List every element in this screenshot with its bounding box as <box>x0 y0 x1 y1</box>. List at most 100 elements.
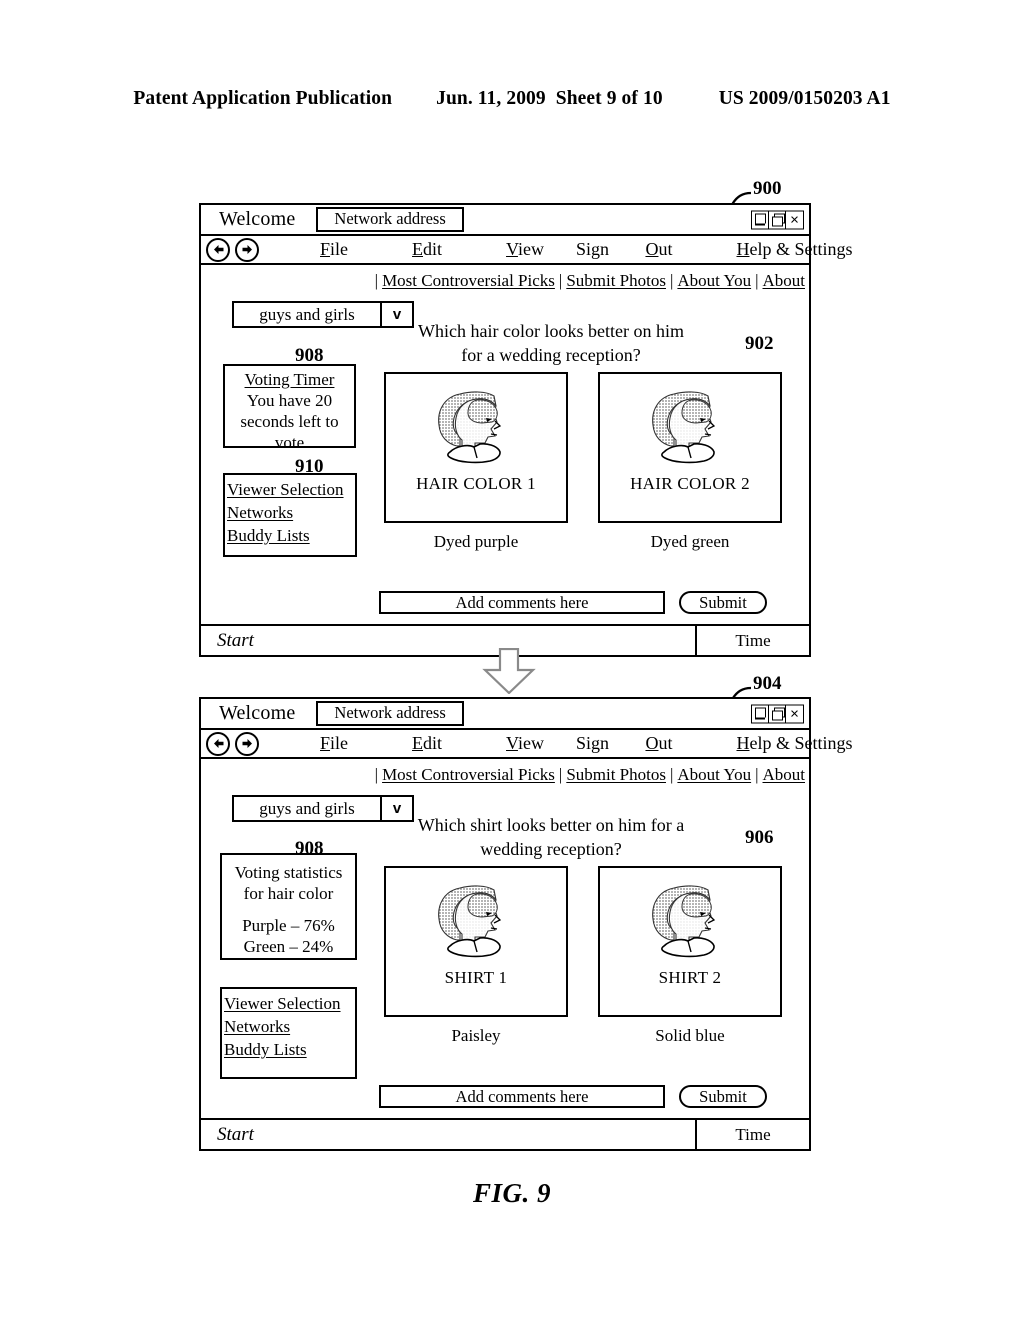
voting-statistics-panel: Voting statistics for hair color Purple … <box>220 853 357 960</box>
option-card-2[interactable]: SHIRT 2 <box>598 866 782 1017</box>
submit-button[interactable]: Submit <box>679 591 767 614</box>
poll-question-line1: Which hair color looks better on him <box>418 321 684 341</box>
link-most-controversial-picks[interactable]: Most Controversial Picks <box>382 765 555 785</box>
menu-item-edit[interactable]: Edit <box>380 733 442 754</box>
menu-item-sign-out[interactable]: Sign Out <box>576 239 673 260</box>
window-body: guys and girls v Voting statistics for h… <box>201 791 809 1118</box>
menu-item-help-settings[interactable]: Help & Settings <box>704 239 852 260</box>
link-submit-photos[interactable]: Submit Photos <box>566 765 666 785</box>
comment-bar: Add comments here Submit <box>379 591 767 614</box>
poll-question: Which hair color looks better on him for… <box>406 319 696 367</box>
link-separator: | <box>558 271 563 290</box>
viewer-selection-panel: Viewer Selection Networks Buddy Lists <box>220 987 357 1079</box>
reference-numeral-908-bottom: 908 <box>295 838 324 859</box>
menu-item-file[interactable]: File <box>288 733 348 754</box>
back-arrow-icon[interactable] <box>206 237 230 262</box>
option-caption-2: Dyed green <box>650 532 730 551</box>
start-button[interactable]: Start <box>201 626 695 655</box>
link-submit-photos[interactable]: Submit Photos <box>566 271 666 291</box>
menu-items: File Edit View Sign Out Help & Settings <box>288 733 852 754</box>
voting-timer-line1: You have 20 <box>246 391 333 410</box>
link-separator: | <box>558 765 563 784</box>
voting-stat-purple: Purple – 76% <box>242 916 335 935</box>
head-profile-icon <box>438 391 502 464</box>
poll-question: Which shirt looks better on him for a we… <box>406 813 696 861</box>
option-card-2[interactable]: HAIR COLOR 2 <box>598 372 782 523</box>
comment-input[interactable]: Add comments here <box>379 1085 665 1108</box>
close-icon[interactable]: × <box>786 211 803 228</box>
menu-bar: File Edit View Sign Out Help & Settings <box>201 730 852 759</box>
network-address-field[interactable]: Network address <box>316 207 464 232</box>
category-dropdown[interactable]: guys and girls v <box>232 795 414 822</box>
category-dropdown-value: guys and girls <box>234 797 382 820</box>
networks-link[interactable]: Networks <box>227 501 355 524</box>
menu-item-view[interactable]: View <box>474 733 544 754</box>
menu-item-file[interactable]: File <box>288 239 348 260</box>
link-about[interactable]: About <box>763 765 806 785</box>
menu-item-sign-out[interactable]: Sign Out <box>576 733 673 754</box>
minimize-icon[interactable] <box>752 705 769 722</box>
option-caption-1: Paisley <box>451 1026 501 1045</box>
start-button[interactable]: Start <box>201 1120 695 1149</box>
forward-arrow-icon[interactable] <box>235 731 259 756</box>
link-about[interactable]: About <box>763 271 806 291</box>
voting-stat-green: Green – 24% <box>243 937 334 956</box>
back-arrow-icon[interactable] <box>206 731 230 756</box>
title-bar: Welcome Network address × <box>201 205 809 236</box>
head-profile-icon <box>652 391 716 464</box>
network-address-field[interactable]: Network address <box>316 701 464 726</box>
minimize-icon[interactable] <box>752 211 769 228</box>
head-profile-icon <box>652 885 716 958</box>
forward-arrow-icon[interactable] <box>235 237 259 262</box>
window-controls: × <box>751 704 804 723</box>
networks-link[interactable]: Networks <box>224 1015 355 1038</box>
menu-item-help-settings[interactable]: Help & Settings <box>704 733 852 754</box>
link-separator: | <box>374 765 379 784</box>
option-card-2-label: HAIR COLOR 2 <box>630 474 750 493</box>
taskbar: Start Time <box>201 1118 809 1149</box>
taskbar-clock: Time <box>695 1120 809 1149</box>
window-controls: × <box>751 210 804 229</box>
category-dropdown[interactable]: guys and girls v <box>232 301 414 328</box>
viewer-selection-link[interactable]: Viewer Selection <box>224 992 355 1015</box>
link-separator: | <box>755 271 759 290</box>
viewer-selection-link[interactable]: Viewer Selection <box>227 478 355 501</box>
maximize-icon[interactable] <box>769 211 786 228</box>
poll-question-line2: wedding reception? <box>480 839 622 859</box>
link-about-you[interactable]: About You <box>677 765 751 785</box>
voting-timer-title: Voting Timer <box>244 370 335 389</box>
browser-window-top: Welcome Network address × File Edit View… <box>199 203 852 657</box>
voting-stats-title-line1: Voting statistics <box>234 863 343 882</box>
menu-item-view[interactable]: View <box>474 239 544 260</box>
option-captions: Paisley Solid blue <box>384 1026 782 1046</box>
figure-caption: FIG. 9 <box>472 1178 551 1208</box>
option-card-1-label: HAIR COLOR 1 <box>416 474 536 493</box>
menu-item-edit[interactable]: Edit <box>380 239 442 260</box>
buddy-lists-link[interactable]: Buddy Lists <box>224 1038 355 1061</box>
browser-window-bottom: Welcome Network address × File Edit View… <box>199 697 852 1151</box>
option-cards: HAIR COLOR 1 HAIR COLOR 2 <box>384 372 782 523</box>
menu-items: File Edit View Sign Out Help & Settings <box>288 239 852 260</box>
buddy-lists-link[interactable]: Buddy Lists <box>227 524 355 547</box>
voting-stats-title-line2: for hair color <box>243 884 334 903</box>
option-card-1[interactable]: SHIRT 1 <box>384 866 568 1017</box>
menu-bar: File Edit View Sign Out Help & Settings <box>201 236 852 265</box>
window-title: Welcome <box>219 208 296 230</box>
submit-button[interactable]: Submit <box>679 1085 767 1108</box>
link-most-controversial-picks[interactable]: Most Controversial Picks <box>382 271 555 291</box>
option-card-1[interactable]: HAIR COLOR 1 <box>384 372 568 523</box>
poll-question-line2: for a wedding reception? <box>461 345 641 365</box>
viewer-selection-panel: Viewer Selection Networks Buddy Lists <box>223 473 357 557</box>
nav-links-row: | Most Controversial Picks | Submit Phot… <box>201 265 809 297</box>
comment-input[interactable]: Add comments here <box>379 591 665 614</box>
maximize-icon[interactable] <box>769 705 786 722</box>
link-about-you[interactable]: About You <box>677 271 751 291</box>
option-caption-2: Solid blue <box>655 1026 725 1045</box>
poll-question-line1: Which shirt looks better on him for a <box>417 815 685 835</box>
reference-numeral-908-top: 908 <box>295 345 324 366</box>
option-cards: SHIRT 1 SHIRT 2 <box>384 866 782 1017</box>
reference-numeral-900: 900 <box>753 178 782 199</box>
close-icon[interactable]: × <box>786 705 803 722</box>
link-separator: | <box>374 271 379 290</box>
voting-timer-line3: vote <box>274 433 305 452</box>
